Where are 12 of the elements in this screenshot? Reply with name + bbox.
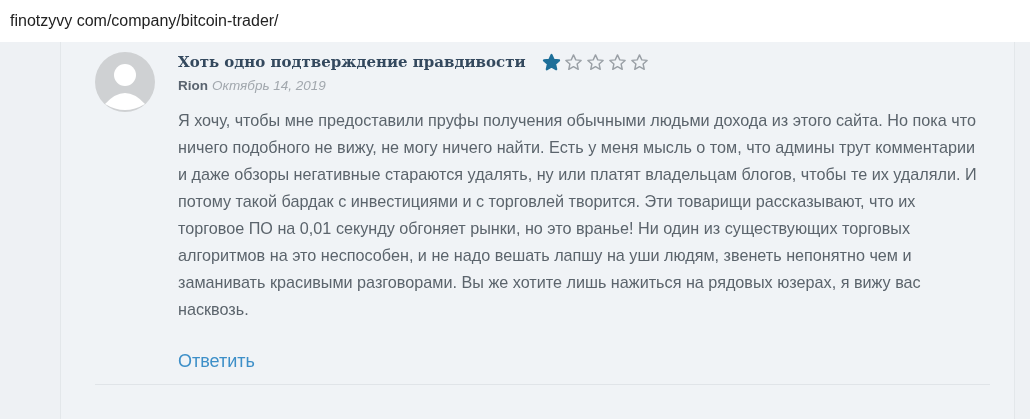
star-icon (629, 52, 649, 72)
star-icon (607, 52, 627, 72)
comment-text: Я хочу, чтобы мне предоставили пруфы получения обычными людьми дохода из этого сайта. Но пока что ничего подобного не вижу, не могу ничего найти. Есть у меня мысль о том, что админы трут комментарии и даже обзоры негативные стараются удалять, ну или платят владельцам блогов, чтобы те их удаляли. И потому такой бардак с инвестициями и с торговлей творится. Эти товарищи рассказывают, что их торговое ПО на 0,01 секунду обгоняет рынки, но это вранье! Ни один из существующих торговых алгоритмов на это неспособен, и не надо вешать лапшу на уши людям, звенеть непонятно чем и заманивать красивыми разговорами. Вы же хотите лишь нажиться на рядовых юзерах, я вижу вас насквозь. (178, 110, 978, 320)
reply-link[interactable]: Ответить (178, 351, 255, 372)
avatar-icon (95, 52, 155, 112)
page-url: finotzyvy com/company/bitcoin-trader/ (10, 12, 279, 30)
comment-date: Октябрь 14, 2019 (212, 78, 326, 93)
comment-title: Хоть одно подтверждение правдивости (178, 53, 526, 71)
star-icon (563, 52, 583, 72)
author-name: Rion (178, 78, 208, 93)
star-icon (585, 52, 605, 72)
star-icon (541, 52, 561, 72)
